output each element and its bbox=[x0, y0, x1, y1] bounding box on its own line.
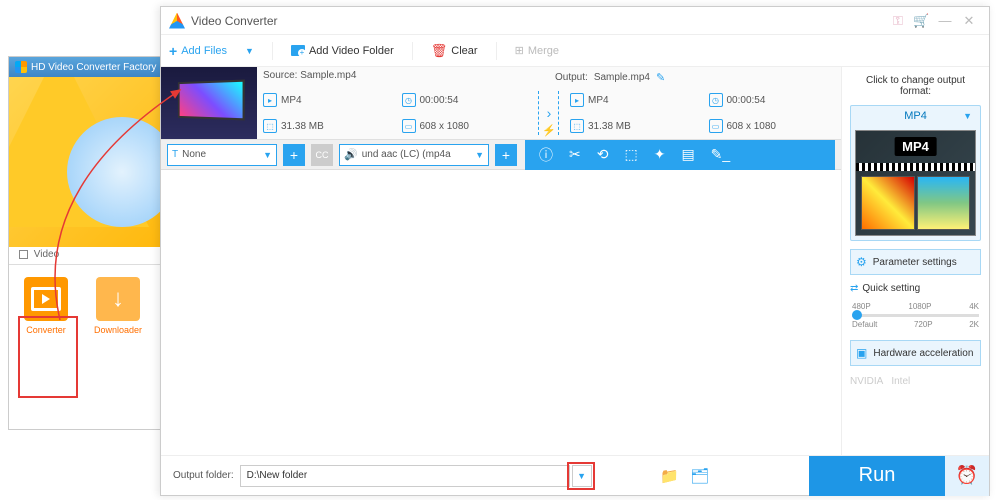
footer-bar: Output folder: ▼ 📁 🗂 Run ⏰ bbox=[161, 455, 989, 495]
output-folder-dropdown[interactable]: ▼ bbox=[572, 465, 592, 487]
side-panel: Click to change output format: MP4 ▼ MP4… bbox=[841, 67, 989, 457]
add-audio-button[interactable]: + bbox=[495, 144, 517, 166]
add-folder-button[interactable]: Add Video Folder bbox=[291, 45, 394, 57]
run-button[interactable]: Run bbox=[809, 456, 945, 496]
output-format-button[interactable]: MP4 ▼ MP4 bbox=[850, 105, 981, 241]
main-area: Source: Sample.mp4 Output: Sample.mp4 ✎ … bbox=[161, 67, 841, 457]
format-badge: MP4 bbox=[894, 137, 937, 156]
add-files-dropdown[interactable]: ▼ bbox=[245, 46, 254, 56]
duration-icon: ◷ bbox=[709, 93, 723, 107]
schedule-button[interactable]: ⏰ bbox=[945, 456, 989, 496]
rotate-tool-icon[interactable]: ⟲ bbox=[597, 146, 609, 163]
chip-icon: ▣ bbox=[856, 346, 867, 360]
converter-tool-button[interactable]: Converter bbox=[19, 277, 73, 335]
key-icon[interactable]: ⚿ bbox=[893, 13, 913, 29]
add-files-button[interactable]: + Add Files bbox=[169, 43, 227, 59]
cc-button[interactable]: CC bbox=[311, 144, 333, 166]
bg-title: HD Video Converter Factory Pro bbox=[31, 62, 175, 73]
watermark-tool-icon[interactable]: ▤ bbox=[681, 146, 694, 163]
cart-icon[interactable]: 🛒 bbox=[913, 13, 933, 29]
toolbar: + Add Files ▼ Add Video Folder 🗑 Clear ⊞… bbox=[161, 35, 989, 67]
resolution-icon: ▭ bbox=[402, 119, 416, 133]
merge-icon: ⊞ bbox=[515, 44, 524, 57]
gpu-vendors: NVIDIA Intel bbox=[850, 376, 981, 387]
output-folder-input[interactable] bbox=[240, 465, 570, 487]
arrow-right-icon: › bbox=[547, 105, 552, 121]
add-subtitle-button[interactable]: + bbox=[283, 144, 305, 166]
subtitle-dropdown[interactable]: T None ▼ bbox=[167, 144, 277, 166]
titlebar: Video Converter ⚿ 🛒 — ✕ bbox=[161, 7, 989, 35]
source-row: Source: Sample.mp4 bbox=[257, 67, 549, 87]
edit-bar: T None ▼ + CC 🔊 und aac (LC) (mp4a ▼ + ⓘ… bbox=[161, 140, 841, 170]
clear-button[interactable]: 🗑 Clear bbox=[431, 43, 478, 59]
speaker-icon: 🔊 bbox=[344, 148, 358, 161]
quick-setting-label: Quick setting bbox=[850, 283, 981, 294]
quality-slider[interactable]: 480P1080P4K Default720P2K bbox=[850, 302, 981, 332]
format-preview: MP4 bbox=[855, 130, 976, 236]
output-specs: ▸MP4 ◷00:00:54 ⬚31.38 MB ▭608 x 1080 bbox=[564, 87, 841, 139]
output-row: Output: Sample.mp4 ✎ bbox=[549, 67, 841, 87]
plus-icon: + bbox=[169, 43, 177, 59]
downloader-tool-button[interactable]: Downloader bbox=[91, 277, 145, 335]
merge-button[interactable]: ⊞ Merge bbox=[515, 44, 559, 57]
folder-plus-icon bbox=[291, 45, 305, 56]
edit-tools-strip: ⓘ ✂ ⟲ ⬚ ✦ ▤ ✎_ bbox=[525, 140, 835, 170]
rename-icon[interactable]: ✎ bbox=[656, 71, 665, 84]
window-title: Video Converter bbox=[191, 14, 278, 28]
video-converter-window: Video Converter ⚿ 🛒 — ✕ + Add Files ▼ Ad… bbox=[160, 6, 990, 496]
close-button[interactable]: ✕ bbox=[957, 13, 981, 29]
chevron-down-icon: ▼ bbox=[475, 150, 484, 160]
size-icon: ⬚ bbox=[263, 119, 277, 133]
info-tool-icon[interactable]: ⓘ bbox=[539, 145, 553, 165]
size-icon: ⬚ bbox=[570, 119, 584, 133]
parameter-settings-button[interactable]: ⚙ Parameter settings bbox=[850, 249, 981, 275]
app-logo-icon bbox=[15, 61, 27, 73]
chevron-down-icon: ▼ bbox=[263, 150, 272, 160]
annotation-highlight-box: ▼ bbox=[567, 462, 595, 490]
audio-track-dropdown[interactable]: 🔊 und aac (LC) (mp4a ▼ bbox=[339, 144, 489, 166]
source-specs: ▸MP4 ◷00:00:54 ⬚31.38 MB ▭608 x 1080 bbox=[257, 87, 534, 139]
minimize-button[interactable]: — bbox=[933, 13, 957, 28]
app-logo-icon bbox=[169, 13, 185, 29]
nvidia-label: NVIDIA bbox=[850, 376, 883, 387]
edit-tool-icon[interactable]: ✎_ bbox=[711, 146, 731, 163]
intel-label: Intel bbox=[891, 376, 910, 387]
cut-tool-icon[interactable]: ✂ bbox=[569, 146, 581, 163]
chevron-down-icon: ▼ bbox=[963, 111, 972, 121]
settings-icon: ⚙ bbox=[856, 255, 867, 269]
resolution-icon: ▭ bbox=[709, 119, 723, 133]
crop-tool-icon[interactable]: ⬚ bbox=[624, 146, 637, 163]
hardware-accel-button[interactable]: ▣ Hardware acceleration bbox=[850, 340, 981, 366]
format-hint: Click to change output format: bbox=[850, 75, 981, 97]
browse-folder-icon[interactable]: 📁 bbox=[655, 467, 685, 485]
video-thumbnail[interactable] bbox=[161, 67, 257, 139]
trash-icon: 🗑 bbox=[431, 43, 448, 59]
convert-divider: › ⚡ bbox=[534, 87, 564, 139]
open-folder-icon[interactable]: 🗂 bbox=[685, 467, 715, 485]
output-folder-label: Output folder: bbox=[161, 470, 240, 481]
duration-icon: ◷ bbox=[402, 93, 416, 107]
converter-icon bbox=[24, 277, 68, 321]
file-item: Source: Sample.mp4 Output: Sample.mp4 ✎ … bbox=[161, 67, 841, 140]
downloader-icon bbox=[96, 277, 140, 321]
lightning-icon: ⚡ bbox=[542, 124, 556, 137]
tab-square-icon bbox=[19, 250, 28, 259]
format-icon: ▸ bbox=[570, 93, 584, 107]
effects-tool-icon[interactable]: ✦ bbox=[654, 146, 666, 163]
format-icon: ▸ bbox=[263, 93, 277, 107]
